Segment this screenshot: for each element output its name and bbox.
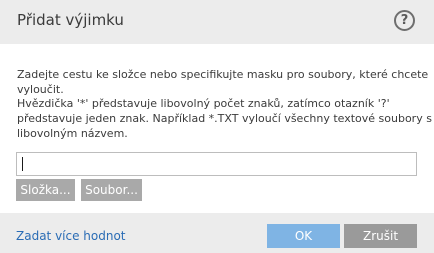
enter-more-values-link[interactable]: Zadat více hodnot: [16, 229, 126, 243]
folder-button[interactable]: Složka...: [16, 179, 75, 201]
description-line: Zadejte cestu ke složce nebo specifikujt…: [17, 68, 429, 81]
dialog-header: Přidat výjimku ?: [0, 0, 434, 44]
help-icon[interactable]: ?: [394, 10, 415, 31]
description-line: Hvězdička '*' představuje libovolný poče…: [17, 97, 390, 111]
path-input[interactable]: [16, 152, 417, 176]
file-button[interactable]: Soubor...: [81, 179, 142, 201]
ok-button[interactable]: OK: [267, 224, 340, 248]
add-exclusion-dialog: Přidat výjimku ? Zadejte cestu ke složce…: [0, 0, 434, 253]
cancel-button[interactable]: Zrušit: [344, 224, 417, 248]
text-caret: [22, 157, 23, 171]
description-line: představuje jeden znak. Například *.TXT …: [17, 112, 432, 126]
description-line: libovolným názvem.: [17, 126, 128, 140]
dialog-title: Přidat výjimku: [17, 11, 124, 29]
description-text: Zadejte cestu ke složce nebo specifikujt…: [17, 68, 432, 142]
description-line: vyloučit.: [17, 82, 64, 96]
